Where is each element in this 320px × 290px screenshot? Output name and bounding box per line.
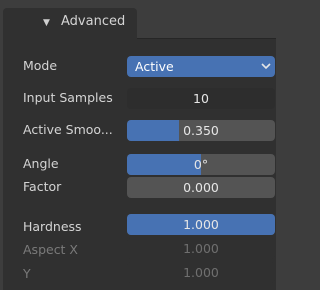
angle-value: 0° <box>193 157 209 172</box>
mode-value: Active <box>135 59 174 74</box>
y-value: 1.000 <box>183 265 219 280</box>
input-samples-label: Input Samples <box>23 90 113 105</box>
y-field[interactable]: 1.000 <box>127 262 275 283</box>
chevron-down-icon <box>261 63 271 70</box>
factor-label: Factor <box>23 179 62 194</box>
factor-slider[interactable]: 0.000 <box>127 177 275 198</box>
angle-label: Angle <box>23 156 59 171</box>
hardness-slider[interactable]: 1.000 <box>127 214 275 235</box>
hardness-value: 1.000 <box>183 217 219 232</box>
input-samples-value: 10 <box>193 91 209 106</box>
active-smooth-value: 0.350 <box>183 123 219 138</box>
collapse-triangle-icon[interactable]: ▼ <box>43 18 50 28</box>
panel-header-tab[interactable]: ▼ Advanced <box>3 8 137 40</box>
active-smooth-slider[interactable]: 0.350 <box>127 120 275 141</box>
aspect-x-value: 1.000 <box>183 241 219 256</box>
aspect-x-label: Aspect X <box>23 242 78 257</box>
hardness-label: Hardness <box>23 219 82 234</box>
panel-header[interactable]: ▼ Advanced <box>3 0 276 40</box>
angle-slider[interactable]: 0° <box>127 154 275 175</box>
aspect-x-field[interactable]: 1.000 <box>127 238 275 259</box>
factor-value: 0.000 <box>183 180 219 195</box>
y-label: Y <box>23 266 31 281</box>
active-smooth-label: Active Smoo... <box>23 122 113 137</box>
panel-title: Advanced <box>61 14 126 29</box>
advanced-panel: ▼ Advanced Mode Active Input Samples 10 … <box>3 0 276 290</box>
mode-label: Mode <box>23 58 58 73</box>
mode-dropdown[interactable]: Active <box>127 56 275 77</box>
input-samples-field[interactable]: 10 <box>127 88 275 109</box>
